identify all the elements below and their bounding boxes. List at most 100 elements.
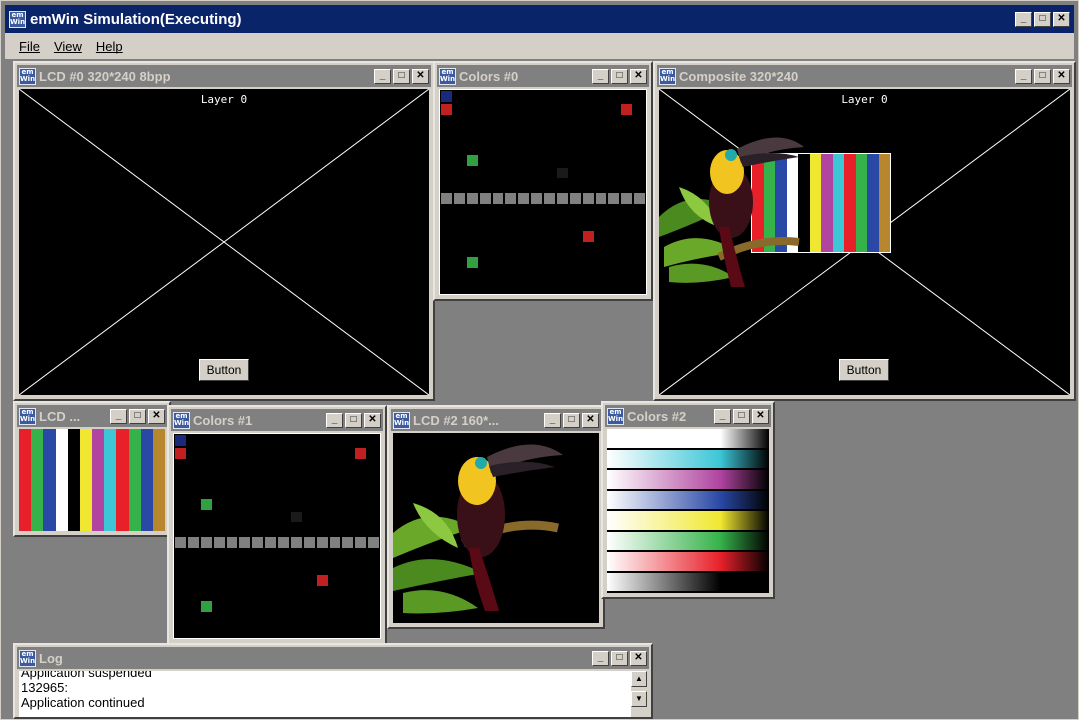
colors1-title-bar[interactable]: em Win Colors #1 _ □ ✕ xyxy=(171,409,383,431)
lcd2-title-bar[interactable]: em Win LCD #2 160*... _ □ ✕ xyxy=(391,409,601,431)
palette-swatch xyxy=(543,243,556,256)
palette-swatch xyxy=(289,523,303,536)
gradient-row xyxy=(607,429,769,450)
log-title-bar[interactable]: em Win Log _ □ ✕ xyxy=(17,647,649,669)
palette-swatch xyxy=(568,115,582,129)
palette-swatch xyxy=(568,192,582,205)
minimize-button[interactable]: _ xyxy=(714,408,731,424)
minimize-button[interactable]: _ xyxy=(110,408,127,424)
maximize-button[interactable]: □ xyxy=(1034,68,1051,84)
maximize-button[interactable]: □ xyxy=(345,412,362,428)
palette-swatch xyxy=(302,446,316,460)
palette-swatch xyxy=(199,599,213,613)
palette-swatch xyxy=(543,192,556,205)
main-title-bar[interactable]: em Win emWin Simulation(Executing) _ □ ✕ xyxy=(5,5,1074,33)
scroll-down-icon[interactable]: ▼ xyxy=(631,691,647,707)
log-output[interactable]: Application suspended 132965: Applicatio… xyxy=(19,671,631,717)
maximize-button[interactable]: □ xyxy=(129,408,146,424)
palette-swatch xyxy=(199,446,213,460)
palette-swatch xyxy=(328,574,342,587)
maximize-button[interactable]: □ xyxy=(563,412,580,428)
colors2-title: Colors #2 xyxy=(627,408,687,424)
palette-swatch xyxy=(315,472,329,485)
colors2-title-bar[interactable]: em Win Colors #2 _ □ ✕ xyxy=(605,405,771,427)
log-line: Application suspended xyxy=(21,671,152,680)
minimize-button[interactable]: _ xyxy=(592,68,609,84)
palette-swatch xyxy=(478,166,492,180)
palette-swatch xyxy=(465,217,479,231)
lcd1-title-bar[interactable]: em Win LCD ... _ □ ✕ xyxy=(17,405,167,427)
palette-swatch xyxy=(555,268,569,282)
maximize-button[interactable]: □ xyxy=(733,408,750,424)
maximize-button[interactable]: □ xyxy=(611,650,628,666)
palette-swatch xyxy=(212,485,226,498)
palette-swatch xyxy=(594,243,608,256)
close-button[interactable]: ✕ xyxy=(364,412,381,428)
palette-swatch xyxy=(440,128,453,141)
minimize-button[interactable]: _ xyxy=(592,650,609,666)
palette-swatch xyxy=(452,243,466,256)
maximize-button[interactable]: □ xyxy=(393,68,410,84)
palette-swatch xyxy=(212,472,226,485)
palette-swatch xyxy=(328,485,342,498)
palette-swatch xyxy=(328,548,342,562)
palette-swatch xyxy=(594,179,608,192)
palette-swatch xyxy=(465,243,479,256)
palette-swatch xyxy=(238,612,252,626)
palette-swatch xyxy=(354,523,368,536)
close-button[interactable]: ✕ xyxy=(630,650,647,666)
color-bar-stripe xyxy=(104,429,117,531)
close-button[interactable]: ✕ xyxy=(582,412,599,428)
maximize-button[interactable]: □ xyxy=(1034,11,1051,27)
palette-swatch xyxy=(238,472,252,485)
minimize-button[interactable]: _ xyxy=(544,412,561,428)
palette-swatch xyxy=(607,243,621,256)
close-button[interactable]: ✕ xyxy=(752,408,769,424)
palette-swatch xyxy=(315,561,329,575)
palette-swatch xyxy=(530,243,543,256)
lcd0-window[interactable]: em Win LCD #0 320*240 8bpp _ □ ✕ Layer 0 … xyxy=(13,61,435,401)
lcd1-window[interactable]: em Win LCD ... _ □ ✕ xyxy=(13,401,171,537)
scroll-up-icon[interactable]: ▲ xyxy=(631,671,647,687)
minimize-button[interactable]: _ xyxy=(374,68,391,84)
menu-help[interactable]: Help xyxy=(96,39,123,54)
palette-swatch xyxy=(212,434,226,447)
colors1-window[interactable]: em Win Colors #1 _ □ ✕ xyxy=(167,405,387,645)
palette-swatch xyxy=(478,115,492,129)
close-button[interactable]: ✕ xyxy=(630,68,647,84)
composite-window[interactable]: em Win Composite 320*240 _ □ ✕ Layer 0 B… xyxy=(653,61,1076,401)
palette-swatch xyxy=(341,485,355,498)
palette-swatch xyxy=(543,102,556,116)
palette-swatch xyxy=(607,217,621,231)
close-button[interactable]: ✕ xyxy=(1053,11,1070,27)
log-scrollbar[interactable]: ▲ ▼ xyxy=(631,671,647,717)
composite-button[interactable]: Button xyxy=(839,359,889,381)
close-button[interactable]: ✕ xyxy=(148,408,165,424)
lcd2-window[interactable]: em Win LCD #2 160*... _ □ ✕ xyxy=(387,405,605,629)
palette-swatch xyxy=(555,179,569,192)
palette-swatch xyxy=(543,90,556,103)
emwin-window-icon: em Win xyxy=(393,411,410,429)
composite-title-bar[interactable]: em Win Composite 320*240 _ □ ✕ xyxy=(657,65,1072,87)
close-button[interactable]: ✕ xyxy=(1053,68,1070,84)
colors0-window[interactable]: em Win Colors #0 _ □ ✕ xyxy=(433,61,653,301)
colors2-window[interactable]: em Win Colors #2 _ □ ✕ xyxy=(601,401,775,599)
palette-swatch xyxy=(315,446,329,460)
minimize-button[interactable]: _ xyxy=(1015,68,1032,84)
palette-swatch xyxy=(328,612,342,626)
close-button[interactable]: ✕ xyxy=(412,68,429,84)
palette-swatch xyxy=(465,255,479,269)
maximize-button[interactable]: □ xyxy=(611,68,628,84)
minimize-button[interactable]: _ xyxy=(1015,11,1032,27)
menu-file[interactable]: File xyxy=(19,39,40,54)
minimize-button[interactable]: _ xyxy=(326,412,343,428)
menu-view[interactable]: View xyxy=(54,39,82,54)
colors0-title-bar[interactable]: em Win Colors #0 _ □ ✕ xyxy=(437,65,649,87)
log-window[interactable]: em Win Log _ □ ✕ Application suspended 13… xyxy=(13,643,653,719)
palette-swatch xyxy=(251,599,265,613)
palette-swatch xyxy=(186,485,200,498)
palette-swatch xyxy=(251,510,265,524)
palette-swatch xyxy=(277,548,290,562)
lcd0-button[interactable]: Button xyxy=(199,359,249,381)
lcd0-title-bar[interactable]: em Win LCD #0 320*240 8bpp _ □ ✕ xyxy=(17,65,431,87)
